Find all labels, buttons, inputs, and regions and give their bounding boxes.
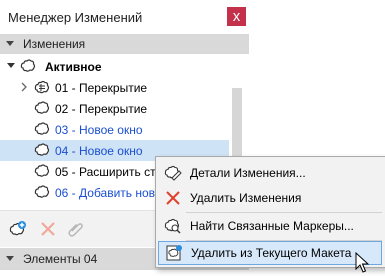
delete-x-icon [166,191,180,205]
expand-down-icon[interactable] [7,63,15,68]
find-markers-icon [164,218,181,234]
revision-cloud-icon [34,185,50,198]
tree-item-label: 06 - Добавить ново [55,186,162,200]
context-menu: Детали Изменения... Удалить Изменения На… [155,156,385,268]
revision-cloud-icon [34,143,50,156]
window-title: Менеджер Изменений [8,10,143,25]
close-button[interactable]: x [227,7,246,26]
tree-root-label: Активное [45,60,102,74]
section-changes-label: Изменения [23,37,86,51]
menu-item-find-markers[interactable]: Найти Связанные Маркеры... [156,214,384,238]
revision-cloud-icon [34,101,50,114]
menu-separator [186,212,382,213]
tree-item-label: 02 - Перекрытие [55,102,148,116]
menu-item-delete-change[interactable]: Удалить Изменения [156,186,384,210]
tree-item-02[interactable]: 02 - Перекрытие [0,98,229,119]
delete-icon[interactable] [38,219,58,239]
change-details-icon [164,165,182,181]
title-bar[interactable]: Менеджер Изменений x [0,0,249,34]
expand-right-icon[interactable] [20,82,28,92]
attach-icon[interactable] [66,219,86,239]
tree-item-label: 03 - Новое окно [55,123,143,137]
menu-item-label: Удалить из Текущего Макета [191,246,352,260]
tree-root-row[interactable]: Активное [0,56,229,77]
revision-cloud-icon [20,59,36,72]
tree-item-01[interactable]: 01 - Перекрытие [0,77,229,98]
tree-item-label: 04 - Новое окно [55,144,143,158]
menu-item-label: Удалить Изменения [190,191,302,205]
marker-stack-icon [34,80,50,94]
section-changes-header[interactable]: Изменения [0,34,249,54]
menu-item-change-details[interactable]: Детали Изменения... [156,161,384,185]
tree-item-label: 05 - Расширить стен [55,165,169,179]
mouse-cursor-icon [355,252,370,273]
collapse-arrow-icon [6,256,14,261]
remove-from-layout-icon [166,245,182,261]
menu-item-label: Найти Связанные Маркеры... [190,219,354,233]
revision-cloud-icon [34,164,50,177]
menu-item-remove-from-layout[interactable]: Удалить из Текущего Макета [158,241,382,265]
tree-item-label: 01 - Перекрытие [55,81,148,95]
section-elements-label: Элементы 04 [23,252,98,266]
collapse-arrow-icon [6,41,14,46]
new-change-icon[interactable] [8,219,28,239]
revision-cloud-icon [34,122,50,135]
tree-item-03[interactable]: 03 - Новое окно [0,119,229,140]
menu-item-label: Детали Изменения... [190,166,306,180]
